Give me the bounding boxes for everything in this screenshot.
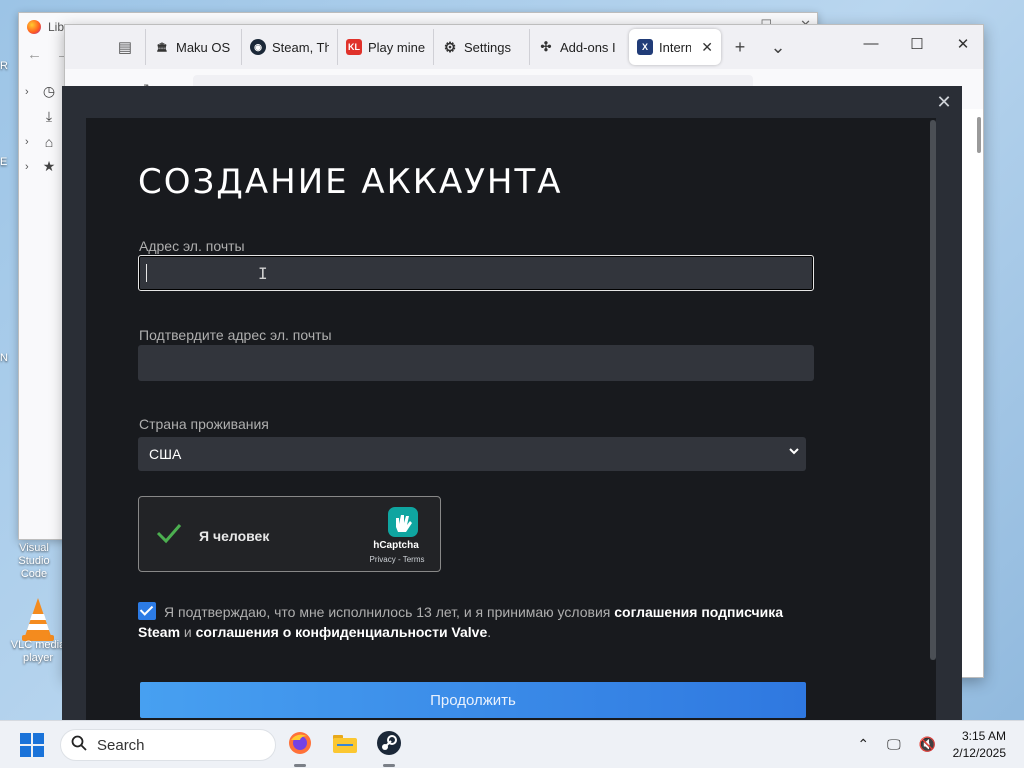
minimize-icon[interactable]: — [859, 35, 883, 53]
desktop-icon-vscode[interactable]: Visual Studio Code [4, 542, 64, 581]
ibeam-cursor-icon: I [258, 264, 268, 283]
agreement-text: и [180, 624, 196, 640]
tree-item-bookmarks[interactable]: › ★ [19, 154, 63, 179]
puzzle-icon: ✣ [540, 39, 552, 54]
taskbar-clock[interactable]: 3:15 AM 2/12/2025 [953, 728, 1006, 762]
desktop-icon-vlc[interactable]: VLC media player [8, 596, 68, 665]
tab-play[interactable]: KL Play mine [337, 29, 433, 65]
firefox-icon [27, 20, 41, 34]
chevron-down-icon[interactable]: ⌄ [759, 37, 797, 58]
taskbar-steam[interactable] [373, 729, 405, 767]
search-icon [71, 735, 87, 755]
hcaptcha-logo-icon [386, 505, 420, 539]
email-field[interactable] [138, 255, 814, 291]
maximize-icon[interactable]: ☐ [905, 35, 929, 53]
confirm-email-label: Подтвердите адрес эл. почты [139, 327, 332, 343]
library-tree: › ◷ ⤓ › ⌂ › ★ [19, 79, 63, 179]
email-label: Адрес эл. почты [139, 238, 245, 254]
steam-icon [376, 730, 402, 761]
tag-icon: ⌂ [44, 133, 54, 150]
chevron-down-icon [788, 445, 802, 459]
taskbar-search[interactable]: Search [60, 729, 276, 761]
tree-item-tags[interactable]: › ⌂ [19, 129, 63, 154]
checkmark-icon[interactable] [155, 519, 183, 547]
tree-item-history[interactable]: › ◷ [19, 79, 63, 104]
country-label: Страна проживания [139, 416, 269, 432]
new-tab-icon[interactable]: + [721, 37, 759, 58]
chevron-right-icon[interactable]: › [25, 136, 35, 148]
clock-icon: ◷ [42, 83, 56, 99]
tab-close-icon[interactable]: ✕ [701, 39, 713, 56]
desktop-icon-label: VLC media player [10, 639, 66, 664]
system-tray: ⌃ 🖵 🔇 [857, 736, 936, 753]
agree-checkbox[interactable] [138, 602, 156, 620]
gear-icon: ⚙ [443, 39, 457, 55]
tab-overview-icon[interactable]: ▤ [105, 38, 145, 56]
tab-maku-os[interactable]: 🏛 Maku OS [145, 29, 241, 65]
taskbar-file-explorer[interactable] [329, 729, 361, 761]
close-icon[interactable]: ✕ [951, 35, 975, 53]
desktop-edge-label: R [0, 60, 8, 72]
taskbar-firefox[interactable] [284, 729, 316, 767]
browser-window-controls: — ☐ ✕ [859, 35, 975, 53]
agreement-row: Я подтверждаю, что мне исполнилось 13 ле… [138, 602, 798, 642]
tab-internet-active[interactable]: X Interne ✕ [629, 29, 721, 65]
chevron-right-icon[interactable]: › [25, 86, 35, 98]
bank-icon: 🏛 [156, 42, 168, 52]
desktop-edge-label: E [0, 156, 8, 168]
page-title: СОЗДАНИЕ АККАУНТА [138, 162, 563, 202]
close-icon[interactable]: ✕ [934, 92, 954, 113]
tab-addons[interactable]: ✣ Add-ons I [529, 29, 625, 65]
volume-muted-icon[interactable]: 🔇 [919, 736, 936, 753]
taskbar: Search ⌃ 🖵 🔇 3:15 AM 2/12/2025 [0, 720, 1024, 768]
confirm-email-field[interactable] [138, 345, 814, 381]
folder-icon [332, 732, 358, 759]
clock-time: 3:15 AM [961, 729, 1006, 743]
desktop-edge-label: N [0, 352, 8, 364]
kl-icon: KL [346, 39, 362, 55]
agreement-text: . [487, 624, 492, 640]
modal-scrollbar[interactable] [930, 120, 936, 660]
tab-steam[interactable]: ◉ Steam, Th [241, 29, 337, 65]
star-icon: ★ [42, 158, 56, 174]
tab-bar: ▤ 🏛 Maku OS ◉ Steam, Th KL Play mine ⚙ S… [65, 25, 983, 69]
chevron-right-icon[interactable]: › [25, 161, 35, 173]
agreement-text: Я подтверждаю, что мне исполнилось 13 ле… [164, 604, 615, 620]
tree-item-downloads[interactable]: ⤓ [19, 104, 63, 129]
country-select-value: США [149, 446, 182, 462]
firefox-icon [287, 730, 313, 761]
steam-icon: ◉ [250, 39, 266, 55]
download-icon: ⤓ [45, 108, 53, 124]
chevron-up-icon[interactable]: ⌃ [857, 736, 869, 753]
desktop-icon-label: Visual Studio Code [18, 542, 50, 580]
page-scrollbar[interactable] [977, 117, 981, 153]
hcaptcha-privacy-terms-link[interactable]: Privacy - Terms [364, 555, 430, 564]
network-icon[interactable]: 🖵 [887, 736, 901, 753]
text-caret [146, 264, 147, 282]
back-arrow-icon[interactable]: ← [27, 46, 42, 63]
hcaptcha-label: Я человек [199, 528, 270, 544]
country-select[interactable]: США [138, 437, 806, 471]
x-icon: X [637, 39, 653, 55]
continue-button[interactable]: Продолжить [140, 682, 806, 718]
vlc-cone-icon [18, 596, 58, 641]
tab-settings[interactable]: ⚙ Settings [433, 29, 529, 65]
modal-scrollbar-thumb[interactable] [930, 120, 936, 660]
hcaptcha-widget[interactable]: Я человек hCaptcha Privacy - Terms [138, 496, 441, 572]
hcaptcha-brand: hCaptcha [373, 540, 419, 551]
windows-start-icon[interactable] [20, 733, 44, 757]
clock-date: 2/12/2025 [952, 746, 1006, 760]
privacy-policy-link[interactable]: соглашения о конфиденциальности Valve [196, 624, 488, 640]
taskbar-search-placeholder: Search [97, 736, 145, 754]
